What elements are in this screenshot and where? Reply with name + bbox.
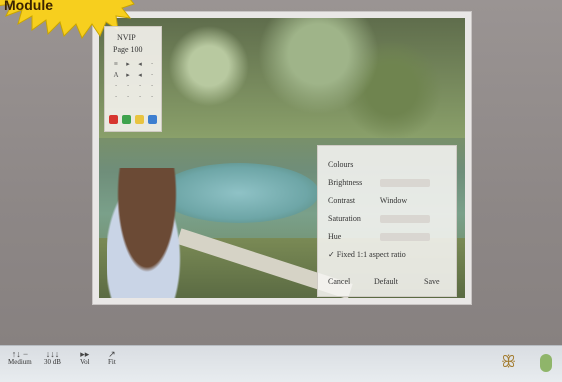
- color-swatches: [109, 115, 157, 124]
- palette-title: NVIP: [117, 33, 136, 42]
- palette-cell[interactable]: ·: [111, 81, 121, 92]
- palette-page: Page 100: [113, 45, 143, 54]
- panel-title: Colours: [328, 160, 354, 169]
- palette-cell[interactable]: ▸: [123, 59, 133, 70]
- brightness-row[interactable]: Brightness: [328, 178, 430, 188]
- taskbar-icon: ↑↓ −: [11, 349, 29, 359]
- colour-adjust-panel: Colours Brightness Contrast Window Satur…: [317, 145, 457, 297]
- sticker-label: Module: [4, 0, 53, 13]
- desktop-stage: Module NVIP Page 100 ≡ ▸ ◂ · A ▸ ◂ · · ·…: [0, 0, 562, 345]
- taskbar-item[interactable]: ▸▸ Vol: [80, 349, 90, 367]
- palette-cell[interactable]: ·: [147, 59, 157, 70]
- taskbar-label: 30 dB: [44, 358, 61, 366]
- swatch-yellow[interactable]: [135, 115, 144, 124]
- cancel-button[interactable]: Cancel: [328, 277, 350, 286]
- taskbar-icon: ↓↓↓: [45, 349, 60, 359]
- girl-figure: [107, 168, 187, 298]
- palette-cell[interactable]: ·: [147, 81, 157, 92]
- hue-slider[interactable]: [380, 233, 430, 242]
- taskbar-item[interactable]: ↗ Fit: [108, 349, 116, 367]
- contrast-label: Contrast: [328, 196, 356, 205]
- palette-cell[interactable]: A: [111, 70, 121, 81]
- save-button[interactable]: Save: [424, 277, 440, 286]
- hue-label: Hue: [328, 232, 342, 241]
- palette-cell[interactable]: ≡: [111, 59, 121, 70]
- taskbar-label: Medium: [8, 358, 32, 366]
- taskbar-item[interactable]: ↓↓↓ 30 dB: [44, 349, 61, 367]
- palette-cell[interactable]: ·: [135, 92, 145, 103]
- palette-cell[interactable]: ◂: [135, 70, 145, 81]
- brightness-label: Brightness: [328, 178, 363, 187]
- taskbar-icon: ↗: [108, 349, 116, 359]
- bottom-taskbar: ↑↓ − Medium ↓↓↓ 30 dB ▸▸ Vol ↗ Fit ꕥ: [0, 345, 562, 382]
- palette-cell[interactable]: ◂: [135, 59, 145, 70]
- saturation-slider[interactable]: [380, 215, 430, 224]
- contrast-row[interactable]: Contrast Window: [328, 196, 407, 205]
- taskbar-label: Fit: [108, 358, 116, 366]
- leaf-icon[interactable]: [540, 354, 552, 372]
- palette-cell[interactable]: ·: [135, 81, 145, 92]
- taskbar-item[interactable]: ↑↓ − Medium: [8, 349, 32, 367]
- palette-cell[interactable]: ·: [147, 70, 157, 81]
- brightness-slider[interactable]: [380, 179, 430, 188]
- saturation-row[interactable]: Saturation: [328, 214, 430, 224]
- hue-row[interactable]: Hue: [328, 232, 430, 242]
- palette-cell[interactable]: ·: [123, 92, 133, 103]
- taskbar-icon: ▸▸: [80, 349, 90, 359]
- saturation-label: Saturation: [328, 214, 361, 223]
- palette-grid[interactable]: ≡ ▸ ◂ · A ▸ ◂ · · · · · · · · ·: [111, 59, 157, 103]
- tool-palette[interactable]: NVIP Page 100 ≡ ▸ ◂ · A ▸ ◂ · · · · · · …: [104, 26, 162, 132]
- contrast-value[interactable]: Window: [380, 196, 407, 205]
- footprint-icon[interactable]: ꕥ: [501, 354, 516, 372]
- palette-cell[interactable]: ·: [147, 92, 157, 103]
- palette-cell[interactable]: ▸: [123, 70, 133, 81]
- swatch-blue[interactable]: [148, 115, 157, 124]
- default-button[interactable]: Default: [374, 277, 398, 286]
- swatch-red[interactable]: [109, 115, 118, 124]
- swatch-green[interactable]: [122, 115, 131, 124]
- palette-cell[interactable]: ·: [123, 81, 133, 92]
- palette-cell[interactable]: ·: [111, 92, 121, 103]
- taskbar-label: Vol: [80, 358, 90, 366]
- aspect-checkbox[interactable]: ✓ Fixed 1:1 aspect ratio: [328, 250, 406, 259]
